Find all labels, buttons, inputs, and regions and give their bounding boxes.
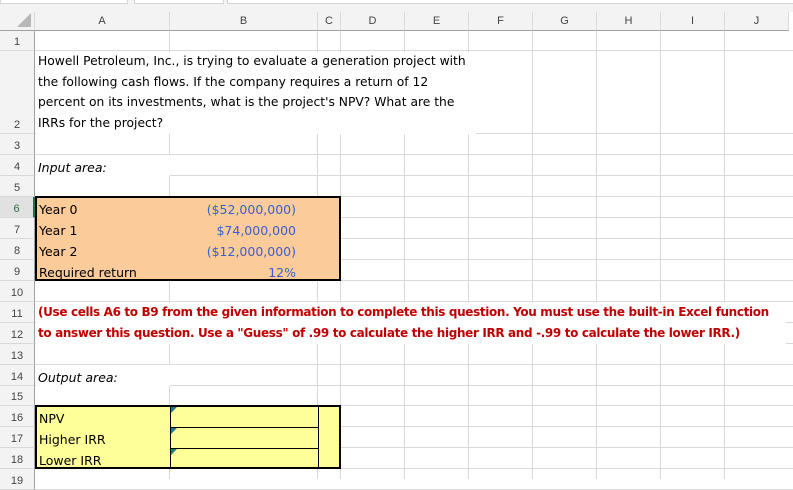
- input-value-cell[interactable]: ($12,000,000): [170, 239, 318, 260]
- column-header-A[interactable]: A: [35, 12, 170, 31]
- input-label-cell[interactable]: Year 1: [37, 218, 167, 239]
- row-header-11[interactable]: 11: [0, 302, 35, 323]
- input-label-cell[interactable]: Required return: [37, 260, 167, 281]
- column-header-F[interactable]: F: [469, 12, 533, 31]
- row-header-6[interactable]: 6: [0, 197, 35, 218]
- row-header-5[interactable]: 5: [0, 176, 35, 197]
- column-header-G[interactable]: G: [533, 12, 597, 31]
- input-value-cell[interactable]: 12%: [170, 260, 318, 281]
- row-header-12[interactable]: 12: [0, 323, 35, 344]
- row-header-7[interactable]: 7: [0, 218, 35, 239]
- error-indicator-icon: [171, 407, 177, 413]
- gridline: [596, 31, 597, 479]
- column-header-D[interactable]: D: [341, 12, 405, 31]
- question-cell[interactable]: Howell Petroleum, Inc., is trying to eva…: [36, 52, 476, 134]
- output-label-cell[interactable]: Higher IRR: [37, 427, 167, 448]
- row-header-8[interactable]: 8: [0, 239, 35, 260]
- select-all-corner[interactable]: [0, 12, 35, 31]
- output-label-cell[interactable]: Lower IRR: [37, 448, 167, 469]
- row-header-10[interactable]: 10: [0, 281, 35, 302]
- row-header-13[interactable]: 13: [0, 344, 35, 365]
- input-area-label[interactable]: Input area:: [36, 155, 170, 176]
- gridline: [532, 31, 533, 479]
- column-header-E[interactable]: E: [405, 12, 469, 31]
- output-area-label[interactable]: Output area:: [36, 365, 170, 386]
- row-header-18[interactable]: 18: [0, 448, 35, 469]
- gridline: [660, 31, 661, 479]
- input-value-cell[interactable]: ($52,000,000): [170, 197, 318, 218]
- column-header-H[interactable]: H: [597, 12, 661, 31]
- output-label-cell[interactable]: NPV: [37, 406, 167, 427]
- column-header-J[interactable]: J: [725, 12, 789, 31]
- row-header-2[interactable]: 2: [0, 51, 35, 134]
- instruction-cell[interactable]: (Use cells A6 to B9 from the given infor…: [36, 303, 786, 344]
- column-header-C[interactable]: C: [318, 12, 341, 31]
- row-header-1[interactable]: 1: [0, 31, 35, 51]
- column-header-I[interactable]: I: [661, 12, 725, 31]
- input-label-cell[interactable]: Year 0: [37, 197, 167, 218]
- output-value-cell[interactable]: [170, 427, 319, 449]
- column-header-B[interactable]: B: [170, 12, 318, 31]
- row-header-17[interactable]: 17: [0, 427, 35, 448]
- row-header-14[interactable]: 14: [0, 365, 35, 386]
- row-header-15[interactable]: 15: [0, 386, 35, 406]
- output-value-cell[interactable]: [170, 406, 319, 428]
- input-label-cell[interactable]: Year 2: [37, 239, 167, 260]
- input-value-cell[interactable]: $74,000,000: [170, 218, 318, 239]
- row-header-4[interactable]: 4: [0, 155, 35, 176]
- error-indicator-icon: [171, 449, 177, 455]
- output-value-cell[interactable]: [170, 448, 319, 469]
- row-header-3[interactable]: 3: [0, 134, 35, 155]
- gridline: [724, 31, 725, 479]
- row-header-9[interactable]: 9: [0, 260, 35, 281]
- row-header-16[interactable]: 16: [0, 406, 35, 427]
- error-indicator-icon: [171, 428, 177, 434]
- row-header-19[interactable]: 19: [0, 469, 35, 490]
